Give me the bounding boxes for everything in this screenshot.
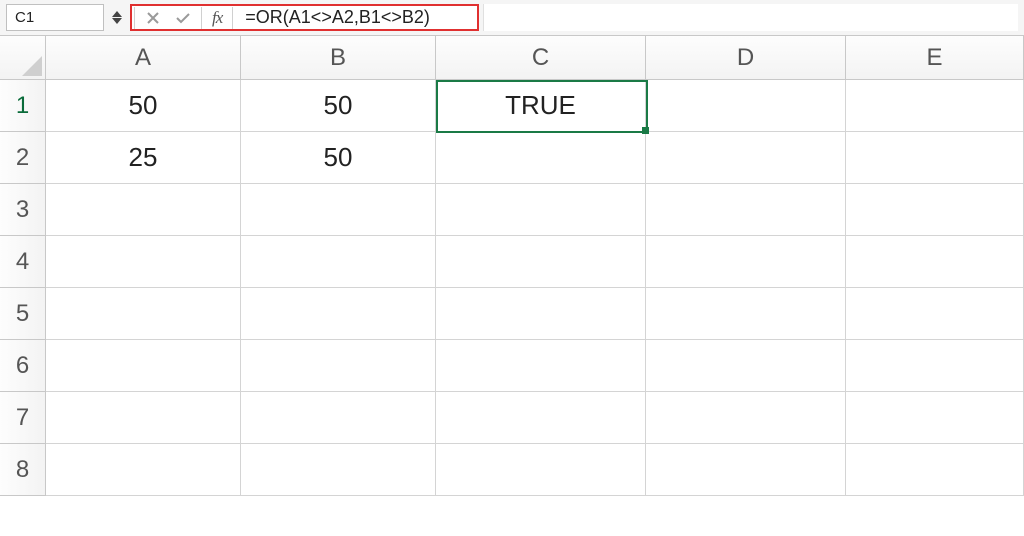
cell-C5[interactable] — [436, 288, 646, 340]
column-header-C[interactable]: C — [436, 36, 646, 80]
cell-A7[interactable] — [46, 392, 241, 444]
cell-B3[interactable] — [241, 184, 436, 236]
cell-E5[interactable] — [846, 288, 1024, 340]
cell-B5[interactable] — [241, 288, 436, 340]
cell-D1[interactable] — [646, 80, 846, 132]
row-header-4[interactable]: 4 — [0, 236, 46, 288]
cell-D6[interactable] — [646, 340, 846, 392]
cell-C6[interactable] — [436, 340, 646, 392]
cell-D4[interactable] — [646, 236, 846, 288]
chevron-up-icon — [112, 11, 122, 17]
cell-B2[interactable]: 50 — [241, 132, 436, 184]
cell-A1[interactable]: 50 — [46, 80, 241, 132]
cell-D5[interactable] — [646, 288, 846, 340]
cell-C8[interactable] — [436, 444, 646, 496]
column-header-row: A B C D E — [0, 36, 1024, 80]
cell-C4[interactable] — [436, 236, 646, 288]
cell-D2[interactable] — [646, 132, 846, 184]
cell-E8[interactable] — [846, 444, 1024, 496]
name-box[interactable]: C1 — [6, 4, 104, 31]
cell-A5[interactable] — [46, 288, 241, 340]
column-header-E[interactable]: E — [846, 36, 1024, 80]
sheet-row: 4 — [0, 236, 1024, 288]
sheet-row: 5 — [0, 288, 1024, 340]
cell-E7[interactable] — [846, 392, 1024, 444]
spreadsheet-grid: A B C D E 1 50 50 TRUE 2 25 50 3 4 — [0, 36, 1024, 496]
row-header-6[interactable]: 6 — [0, 340, 46, 392]
column-header-B[interactable]: B — [241, 36, 436, 80]
cell-B6[interactable] — [241, 340, 436, 392]
formula-bar: C1 fx =OR(A1<>A2,B1<>B2) — [0, 0, 1024, 36]
row-header-8[interactable]: 8 — [0, 444, 46, 496]
fx-button[interactable]: fx — [208, 8, 226, 28]
name-box-dropdown[interactable] — [108, 4, 126, 31]
divider — [232, 7, 233, 29]
row-header-3[interactable]: 3 — [0, 184, 46, 236]
x-icon — [146, 11, 160, 25]
cell-E4[interactable] — [846, 236, 1024, 288]
select-all-corner[interactable] — [0, 36, 46, 80]
column-header-A[interactable]: A — [46, 36, 241, 80]
cell-C2[interactable] — [436, 132, 646, 184]
row-header-2[interactable]: 2 — [0, 132, 46, 184]
triangle-icon — [22, 56, 42, 76]
divider — [134, 7, 135, 29]
formula-bar-controls: fx =OR(A1<>A2,B1<>B2) — [130, 4, 479, 31]
cell-A2[interactable]: 25 — [46, 132, 241, 184]
cell-E3[interactable] — [846, 184, 1024, 236]
cell-C1[interactable]: TRUE — [436, 80, 646, 132]
cell-E2[interactable] — [846, 132, 1024, 184]
cancel-formula-button[interactable] — [141, 6, 165, 30]
cell-A4[interactable] — [46, 236, 241, 288]
sheet-row: 6 — [0, 340, 1024, 392]
accept-formula-button[interactable] — [171, 6, 195, 30]
cell-A3[interactable] — [46, 184, 241, 236]
divider — [201, 7, 202, 29]
cell-C3[interactable] — [436, 184, 646, 236]
column-header-D[interactable]: D — [646, 36, 846, 80]
cell-A8[interactable] — [46, 444, 241, 496]
sheet-row: 7 — [0, 392, 1024, 444]
cell-D3[interactable] — [646, 184, 846, 236]
sheet-row: 3 — [0, 184, 1024, 236]
cell-D8[interactable] — [646, 444, 846, 496]
formula-input[interactable]: =OR(A1<>A2,B1<>B2) — [239, 7, 471, 28]
cell-E6[interactable] — [846, 340, 1024, 392]
formula-text: =OR(A1<>A2,B1<>B2) — [245, 7, 430, 28]
chevron-down-icon — [112, 18, 122, 24]
cell-B4[interactable] — [241, 236, 436, 288]
sheet-row: 1 50 50 TRUE — [0, 80, 1024, 132]
cell-C7[interactable] — [436, 392, 646, 444]
row-header-1[interactable]: 1 — [0, 80, 46, 132]
cell-D7[interactable] — [646, 392, 846, 444]
cell-B7[interactable] — [241, 392, 436, 444]
sheet-row: 2 25 50 — [0, 132, 1024, 184]
cell-A6[interactable] — [46, 340, 241, 392]
row-header-5[interactable]: 5 — [0, 288, 46, 340]
cell-B1[interactable]: 50 — [241, 80, 436, 132]
check-icon — [175, 11, 191, 25]
cell-B8[interactable] — [241, 444, 436, 496]
row-header-7[interactable]: 7 — [0, 392, 46, 444]
sheet-row: 8 — [0, 444, 1024, 496]
name-box-value: C1 — [15, 9, 34, 26]
cell-E1[interactable] — [846, 80, 1024, 132]
formula-bar-spacer — [483, 4, 1018, 31]
